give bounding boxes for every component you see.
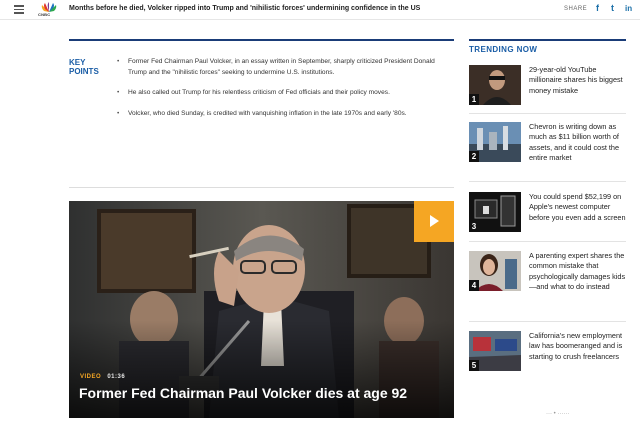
linkedin-icon[interactable]: in — [625, 4, 632, 13]
menu-icon[interactable] — [14, 5, 24, 14]
trending-rank: 3 — [469, 221, 479, 232]
trending-divider — [469, 113, 626, 114]
top-bar: CNBC Months before he died, Volcker ripp… — [0, 0, 640, 20]
article-headline: Months before he died, Volcker ripped in… — [69, 5, 421, 12]
trending-thumbnail[interactable]: 5 — [469, 331, 521, 371]
trending-divider — [469, 321, 626, 322]
key-points-rule — [69, 39, 454, 41]
trending-link[interactable]: Chevron is writing down as much as $11 b… — [529, 122, 627, 163]
video-title[interactable]: Former Fed Chairman Paul Volcker dies at… — [79, 385, 407, 401]
trending-link[interactable]: California's new employment law has boom… — [529, 331, 627, 362]
trending-divider — [469, 181, 626, 182]
play-icon — [430, 215, 439, 227]
trending-thumbnail[interactable]: 3 — [469, 192, 521, 232]
trending-link[interactable]: 29-year-old YouTube millionaire shares h… — [529, 65, 627, 96]
key-point-item: He also called out Trump for his relentl… — [117, 88, 447, 99]
video-duration: 01:36 — [107, 374, 126, 380]
trending-thumbnail[interactable]: 1 — [469, 65, 521, 105]
key-point-item: Volcker, who died Sunday, is credited wi… — [117, 109, 447, 120]
key-points-title: KEY POINTS — [69, 58, 99, 76]
trending-title: TRENDING NOW — [469, 45, 538, 54]
video-meta: VIDEO 01:36 — [80, 374, 125, 380]
key-points-divider — [69, 187, 454, 188]
trending-rank: 2 — [469, 151, 479, 162]
trending-rule — [469, 39, 626, 41]
trending-thumbnail[interactable]: 2 — [469, 122, 521, 162]
video-label: VIDEO — [80, 374, 102, 380]
facebook-icon[interactable]: f — [596, 3, 599, 13]
trending-rank: 5 — [469, 360, 479, 371]
video-player[interactable]: VIDEO 01:36 Former Fed Chairman Paul Vol… — [69, 201, 454, 418]
logo-text: CNBC — [38, 12, 51, 17]
share-label: SHARE — [564, 6, 588, 12]
watermark: ··· • ······ — [546, 411, 570, 417]
key-points-list: Former Fed Chairman Paul Volcker, in an … — [117, 57, 447, 129]
trending-divider — [469, 241, 626, 242]
key-point-item: Former Fed Chairman Paul Volcker, in an … — [117, 57, 447, 78]
twitter-icon[interactable]: t — [611, 3, 614, 13]
play-button[interactable] — [414, 201, 454, 242]
trending-link[interactable]: You could spend $52,199 on Apple's newes… — [529, 192, 627, 223]
trending-rank: 1 — [469, 94, 479, 105]
trending-link[interactable]: A parenting expert shares the common mis… — [529, 251, 627, 292]
trending-thumbnail[interactable]: 4 — [469, 251, 521, 291]
trending-rank: 4 — [469, 280, 479, 291]
